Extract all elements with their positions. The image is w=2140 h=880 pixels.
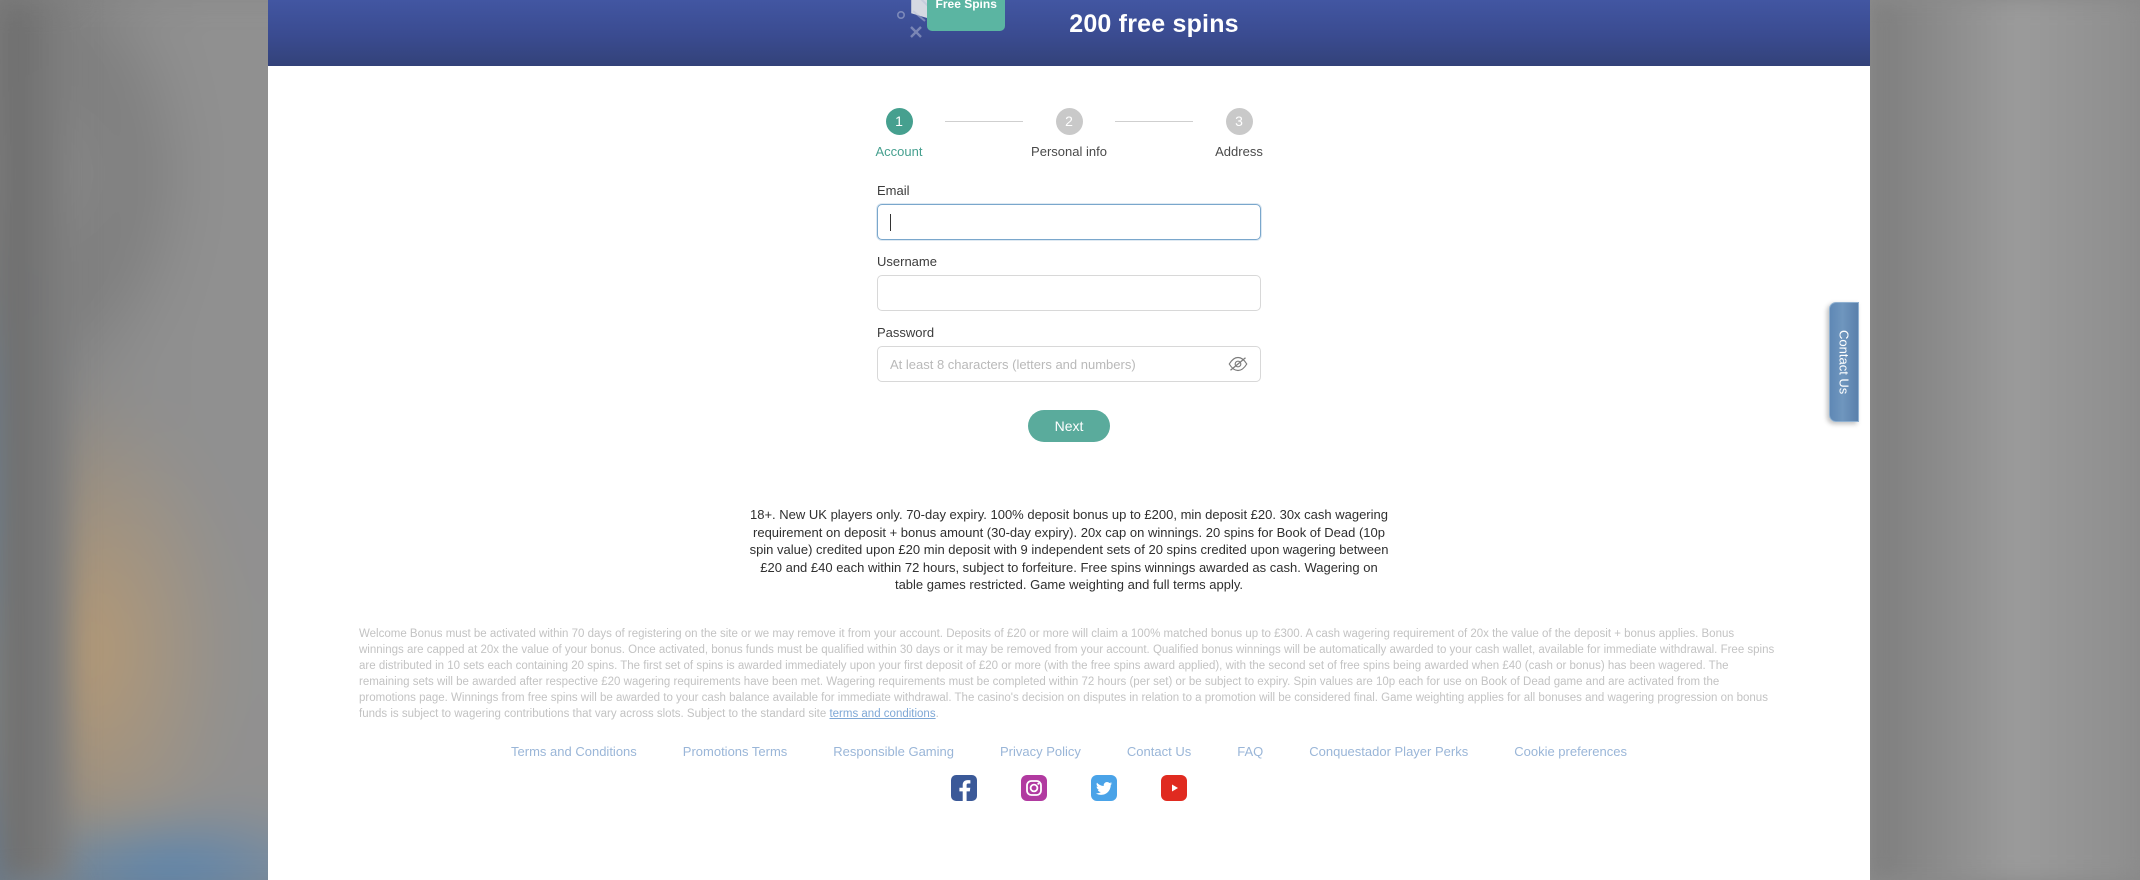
footer-link-privacy-policy[interactable]: Privacy Policy [1000,744,1081,759]
footer-link-cookie-preferences[interactable]: Cookie preferences [1514,744,1627,759]
twitter-icon[interactable] [1091,774,1117,801]
username-input[interactable] [877,275,1261,311]
free-spins-label: Free Spins [935,0,997,11]
footer-link-terms-and-conditions[interactable]: Terms and Conditions [511,744,637,759]
footer-link-faq[interactable]: FAQ [1237,744,1263,759]
contact-us-tab[interactable]: Contact Us [1829,302,1859,422]
next-button[interactable]: Next [1028,410,1110,442]
password-placeholder: At least 8 characters (letters and numbe… [890,356,1136,372]
step-connector-1 [945,121,1023,122]
footer-link-player-perks[interactable]: Conquestador Player Perks [1309,744,1468,759]
bonus-terms-full-body: Welcome Bonus must be activated within 7… [359,627,1775,720]
backdrop-left-edge [0,0,70,880]
footer-link-responsible-gaming[interactable]: Responsible Gaming [833,744,954,759]
step-2-label: Personal info [1031,144,1107,159]
instagram-icon[interactable] [1021,774,1047,801]
registration-stepper: 1 Account 2 Personal info 3 Address [268,108,1870,159]
youtube-icon[interactable] [1161,774,1187,801]
step-account[interactable]: 1 Account [853,108,945,159]
email-input[interactable] [877,204,1261,240]
registration-form: Email Username Password At least 8 chara… [877,183,1261,442]
submit-row: Next [877,410,1261,442]
step-3-label: Address [1215,144,1263,159]
email-field-group: Email [877,183,1261,240]
step-1-label: Account [875,144,923,159]
footer-link-contact-us[interactable]: Contact Us [1127,744,1191,759]
username-field-group: Username [877,254,1261,311]
email-label: Email [877,183,910,198]
bonus-terms-full: Welcome Bonus must be activated within 7… [359,626,1779,722]
eye-slash-icon[interactable] [1228,356,1248,372]
bonus-terms-summary: 18+. New UK players only. 70-day expiry.… [749,507,1389,592]
password-input[interactable]: At least 8 characters (letters and numbe… [877,346,1261,382]
username-label: Username [877,254,937,269]
footer-links: Terms and Conditions Promotions Terms Re… [268,744,1870,759]
promo-badge-art: 200 Free Spins [897,0,1011,63]
bonus-terms-full-tail: . [935,707,939,720]
step-2-bullet: 2 [1055,108,1083,135]
text-caret [890,213,891,231]
registration-modal: 200 Free Spins 200 free spins 1 Account … [268,0,1870,880]
step-1-bullet: 1 [885,108,913,135]
step-connector-2 [1115,121,1193,122]
promo-banner: 200 Free Spins 200 free spins [268,0,1870,66]
contact-us-tab-label: Contact Us [1836,329,1852,395]
password-field-group: Password At least 8 characters (letters … [877,325,1261,382]
password-label: Password [877,325,935,340]
facebook-icon[interactable] [951,774,977,801]
step-3-bullet: 3 [1225,108,1253,135]
footer-link-promotions-terms[interactable]: Promotions Terms [683,744,788,759]
step-personal-info[interactable]: 2 Personal info [1023,108,1115,159]
step-address[interactable]: 3 Address [1193,108,1285,159]
free-spins-badge: 200 Free Spins [927,0,1006,31]
banner-title: 200 free spins [1069,9,1239,38]
terms-and-conditions-link[interactable]: terms and conditions [829,708,935,720]
backdrop-right-edge [1870,0,2140,880]
social-links [268,774,1870,801]
